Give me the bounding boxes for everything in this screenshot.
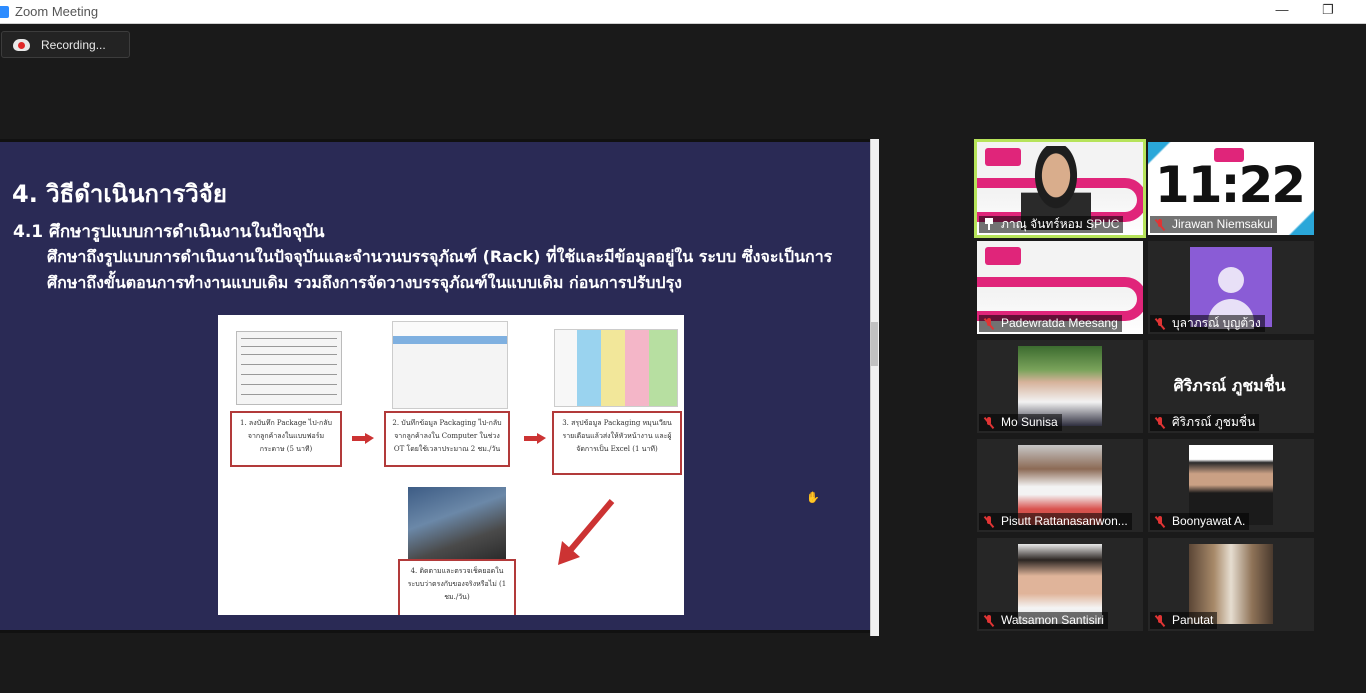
window-title: Zoom Meeting bbox=[15, 4, 99, 19]
participant-name-label: บุลาภรณ์ บุญต้วง bbox=[1150, 315, 1265, 332]
participant-name-label: ศิริภรณ์ ภูชมชื่น bbox=[1150, 414, 1260, 431]
participant-display-name: ศิริภรณ์ ภูชมชื่น bbox=[1173, 376, 1286, 395]
step-box-2: 2. บันทึกข้อมูล Packaging ไป-กลับ จากลูก… bbox=[384, 411, 510, 467]
mic-muted-icon bbox=[984, 615, 994, 627]
participant-tile[interactable]: ศิริภรณ์ ภูชมชื่น ศิริภรณ์ ภูชมชื่น bbox=[1148, 340, 1314, 433]
remote-cursor-icon: ✋ bbox=[806, 491, 820, 504]
participant-tile[interactable]: Panutat bbox=[1148, 538, 1314, 631]
mic-muted-icon bbox=[1155, 219, 1165, 231]
participant-name: Mo Sunisa bbox=[1001, 415, 1058, 429]
participant-tile[interactable]: บุลาภรณ์ บุญต้วง bbox=[1148, 241, 1314, 334]
mic-muted-icon bbox=[984, 318, 994, 330]
arrow-down-left-icon bbox=[558, 499, 615, 565]
participant-tile[interactable]: Watsamon Santisiri bbox=[977, 538, 1143, 631]
participant-name: Padewratda Meesang bbox=[1001, 316, 1118, 330]
participant-name-label: Jirawan Niemsakul bbox=[1150, 216, 1277, 233]
window-titlebar: Zoom Meeting — ❐ bbox=[0, 0, 1366, 24]
paper-form-thumbnail bbox=[236, 331, 342, 405]
participant-name: Watsamon Santisiri bbox=[1001, 613, 1104, 627]
step-box-3: 3. สรุปข้อมูล Packaging หมุนเวียน รายเดื… bbox=[552, 411, 682, 475]
participant-tile[interactable]: 11:22 Jirawan Niemsakul bbox=[1148, 142, 1314, 235]
minimize-button[interactable]: — bbox=[1272, 2, 1292, 20]
step-box-4: 4. ติดตามและตรวจเช็คยอดใน ระบบว่าตรงกับข… bbox=[398, 559, 516, 615]
participant-name-label: Padewratda Meesang bbox=[979, 315, 1122, 332]
participant-name: ภาณุ จันทร์หอม SPUC bbox=[1001, 217, 1120, 231]
mic-muted-icon bbox=[1155, 516, 1165, 528]
warehouse-photo bbox=[408, 487, 506, 559]
recording-label: Recording... bbox=[41, 37, 106, 52]
mic-muted-icon bbox=[1155, 417, 1165, 429]
clock-display: 11:22 bbox=[1154, 156, 1306, 214]
participant-name: บุลาภรณ์ บุญต้วง bbox=[1172, 316, 1261, 330]
restore-button[interactable]: ❐ bbox=[1318, 2, 1338, 20]
share-scrollbar[interactable] bbox=[870, 139, 879, 636]
participant-name: ศิริภรณ์ ภูชมชื่น bbox=[1172, 415, 1256, 429]
cloud-record-icon bbox=[13, 38, 30, 51]
summary-sheet-thumbnail bbox=[554, 329, 678, 407]
process-diagram: 1. ลงบันทึก Package ไป-กลับ จากลูกค้าลงใ… bbox=[218, 315, 684, 615]
mic-muted-icon bbox=[984, 516, 994, 528]
participant-name: Boonyawat A. bbox=[1172, 514, 1246, 528]
mic-muted-icon bbox=[984, 417, 994, 429]
recording-indicator[interactable]: Recording... bbox=[1, 31, 130, 58]
participant-name-label: Panutat bbox=[1150, 612, 1218, 629]
participant-name: Jirawan Niemsakul bbox=[1172, 217, 1273, 231]
participant-tile[interactable]: Mo Sunisa bbox=[977, 340, 1143, 433]
participant-name: Panutat bbox=[1172, 613, 1214, 627]
spucon-logo bbox=[985, 148, 1021, 166]
participant-tile[interactable]: Padewratda Meesang bbox=[977, 241, 1143, 334]
participant-name-label: Boonyawat A. bbox=[1150, 513, 1250, 530]
arrow-right-icon bbox=[524, 433, 546, 444]
participant-name-label: Pisutt Rattanasanwon... bbox=[979, 513, 1132, 530]
mic-muted-icon bbox=[1155, 318, 1165, 330]
participant-name-label: ภาณุ จันทร์หอม SPUC bbox=[979, 216, 1124, 233]
participant-tile[interactable]: ภาณุ จันทร์หอม SPUC bbox=[974, 139, 1146, 238]
share-scrollbar-thumb[interactable] bbox=[871, 322, 878, 366]
participant-tile[interactable]: Pisutt Rattanasanwon... bbox=[977, 439, 1143, 532]
step-box-1: 1. ลงบันทึก Package ไป-กลับ จากลูกค้าลงใ… bbox=[230, 411, 342, 467]
participant-tile[interactable]: Boonyawat A. bbox=[1148, 439, 1314, 532]
participant-name-label: Mo Sunisa bbox=[979, 414, 1062, 431]
zoom-app-icon bbox=[0, 5, 9, 18]
arrow-right-icon bbox=[352, 433, 374, 444]
slide-body-text: ศึกษาถึงรูปแบบการดำเนินงานในปัจจุบันและจ… bbox=[47, 247, 833, 292]
pin-icon bbox=[984, 218, 994, 230]
participant-name: Pisutt Rattanasanwon... bbox=[1001, 514, 1128, 528]
shared-screen: 4. วิธีดำเนินการวิจัย 4.1 ศึกษารูปแบบการ… bbox=[0, 139, 870, 633]
spreadsheet-thumbnail bbox=[392, 321, 508, 409]
slide-heading: 4. วิธีดำเนินการวิจัย bbox=[12, 180, 227, 208]
slide-subheading: 4.1 ศึกษารูปแบบการดำเนินงานในปัจจุบัน bbox=[13, 222, 325, 242]
mic-muted-icon bbox=[1155, 615, 1165, 627]
participant-name-label: Watsamon Santisiri bbox=[979, 612, 1108, 629]
spucon-logo bbox=[985, 247, 1021, 265]
